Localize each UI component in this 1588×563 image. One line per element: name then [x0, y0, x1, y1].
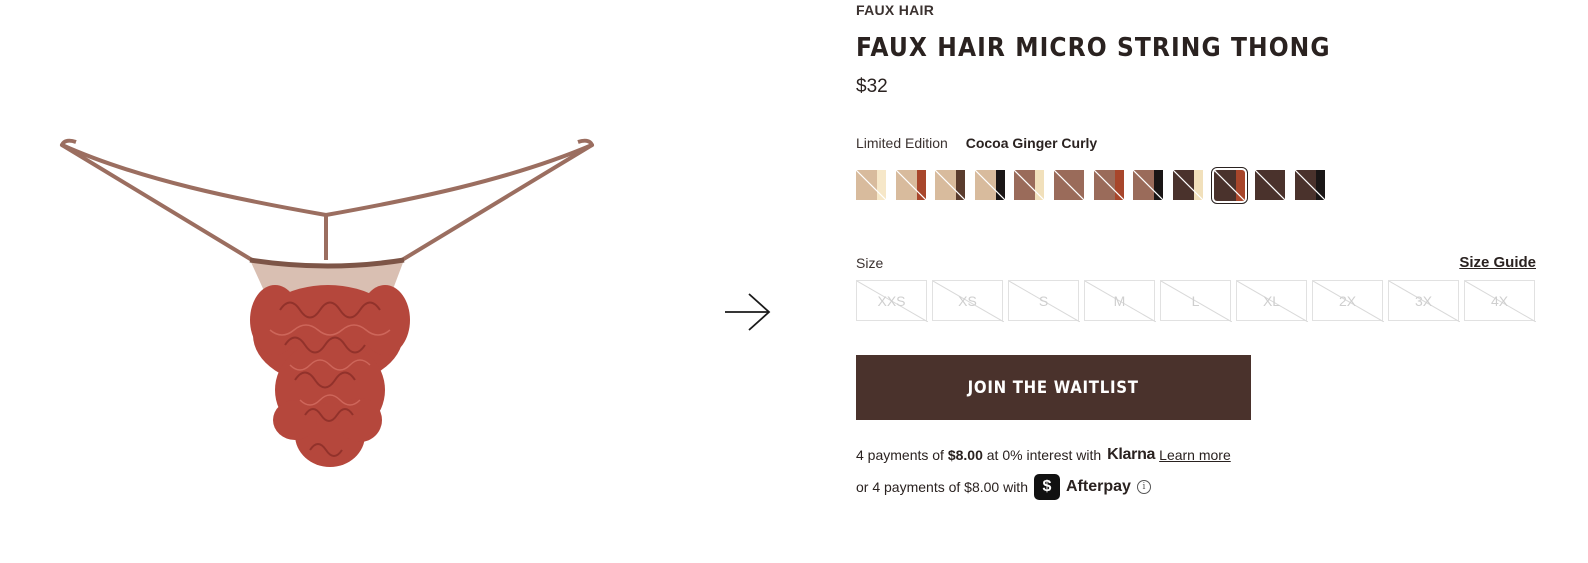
color-swatch[interactable] — [856, 170, 886, 200]
unavailable-slash — [1172, 170, 1203, 200]
size-option[interactable]: XL — [1236, 280, 1308, 322]
size-label: Size — [856, 255, 884, 271]
color-swatch[interactable] — [895, 170, 926, 200]
afterpay-text: or 4 payments of $8.00 with — [856, 479, 1028, 495]
next-image-arrow[interactable] — [722, 290, 774, 334]
color-swatch[interactable] — [974, 170, 1005, 200]
klarna-prefix: 4 payments of — [856, 447, 948, 463]
color-selector-heading: Limited Edition Cocoa Ginger Curly — [856, 134, 1546, 152]
color-swatch[interactable] — [1093, 170, 1124, 200]
unavailable-slash — [1053, 170, 1084, 200]
size-option-label: XL — [1262, 292, 1281, 309]
product-details: FAUX HAIR FAUX HAIR MICRO STRING THONG $… — [856, 0, 1546, 500]
size-option[interactable]: L — [1160, 280, 1232, 322]
unavailable-slash — [1014, 170, 1045, 200]
size-option-label: S — [1038, 292, 1049, 309]
size-option[interactable]: XS — [932, 280, 1004, 322]
size-option[interactable]: M — [1084, 280, 1156, 322]
unavailable-slash — [1133, 170, 1164, 200]
size-option-label: XS — [958, 292, 977, 309]
klarna-learn-more-link[interactable]: Learn more — [1159, 446, 1231, 464]
product-image-area — [0, 0, 700, 563]
color-label: Limited Edition — [856, 135, 948, 151]
afterpay-message: or 4 payments of $8.00 with $ Afterpay i — [856, 474, 1546, 500]
color-swatch[interactable] — [1211, 166, 1249, 204]
selected-color-name: Cocoa Ginger Curly — [965, 135, 1098, 151]
size-option[interactable]: 3X — [1388, 280, 1460, 322]
size-option-label: 2X — [1338, 292, 1357, 309]
unavailable-slash — [935, 170, 966, 200]
unavailable-slash — [974, 170, 1005, 200]
size-option[interactable]: 2X — [1312, 280, 1384, 322]
unavailable-slash — [1255, 170, 1286, 200]
klarna-amount: $8.00 — [947, 447, 983, 463]
color-swatch[interactable] — [1294, 170, 1325, 200]
size-option[interactable]: 4X — [1464, 280, 1536, 322]
afterpay-dollar-icon: $ — [1034, 474, 1060, 500]
color-swatch[interactable] — [1172, 170, 1203, 200]
size-heading: Size Size Guide — [856, 254, 1536, 272]
color-swatch[interactable] — [1014, 170, 1045, 200]
size-option[interactable]: XXS — [856, 280, 928, 322]
unavailable-slash — [895, 170, 926, 200]
size-option-label: L — [1191, 292, 1200, 309]
size-option-list: XXS XS S M L XL 2X 3X 4X — [856, 280, 1546, 322]
klarna-suffix: at 0% interest with — [982, 447, 1102, 463]
size-option[interactable]: S — [1008, 280, 1080, 322]
unavailable-slash — [1294, 170, 1325, 200]
unavailable-slash — [1093, 170, 1124, 200]
join-waitlist-label: JOIN THE WAITLIST — [968, 377, 1139, 398]
size-option-label: 4X — [1490, 292, 1509, 309]
afterpay-logo: Afterpay — [1066, 478, 1131, 495]
color-swatch[interactable] — [935, 170, 966, 200]
color-swatch[interactable] — [1053, 170, 1084, 200]
size-guide-link[interactable]: Size Guide — [1459, 254, 1536, 272]
klarna-logo: Klarna — [1107, 446, 1156, 463]
arrow-right-icon — [725, 293, 771, 331]
color-swatch[interactable] — [1255, 170, 1286, 200]
join-waitlist-button[interactable]: JOIN THE WAITLIST — [856, 355, 1251, 420]
size-option-label: 3X — [1414, 292, 1433, 309]
collection-name[interactable]: FAUX HAIR — [856, 2, 1546, 18]
product-price: $32 — [856, 76, 888, 97]
unavailable-slash — [856, 170, 886, 200]
klarna-message: 4 payments of $8.00 at 0% interest with … — [856, 446, 1546, 464]
unavailable-slash — [1214, 169, 1245, 200]
size-option-label: XXS — [877, 292, 906, 309]
size-option-label: M — [1113, 292, 1126, 309]
info-icon[interactable]: i — [1136, 480, 1151, 494]
color-swatch-list — [856, 166, 1546, 204]
product-image — [60, 138, 594, 467]
product-title: FAUX HAIR MICRO STRING THONG — [856, 33, 1331, 63]
color-swatch[interactable] — [1133, 170, 1164, 200]
